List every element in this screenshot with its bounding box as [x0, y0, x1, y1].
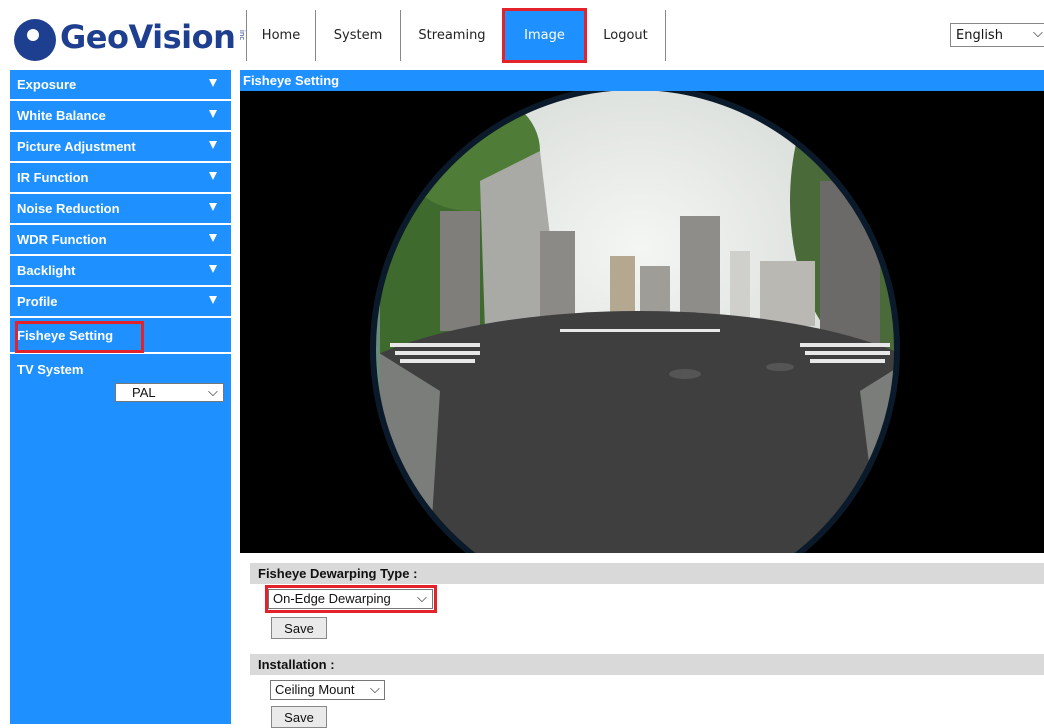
chevron-down-icon: ⌵ — [370, 681, 380, 696]
sidebar-item-ir-function[interactable]: IR Function — [10, 163, 231, 194]
top-nav: Home System Streaming Image Logout — [246, 8, 666, 63]
sidebar-item-label: IR Function — [17, 170, 89, 185]
sidebar-item-label: Picture Adjustment — [17, 139, 136, 154]
sidebar-item-label: Backlight — [17, 263, 76, 278]
page-title-bar: Fisheye Setting — [240, 70, 1044, 91]
dewarping-label: Fisheye Dewarping Type : — [258, 566, 418, 581]
sidebar-item-backlight[interactable]: Backlight — [10, 256, 231, 287]
triangle-down-icon — [209, 296, 217, 304]
sidebar-item-wdr-function[interactable]: WDR Function — [10, 225, 231, 256]
triangle-down-icon — [209, 172, 217, 180]
fisheye-video-preview — [240, 91, 1044, 553]
sidebar-item-label: WDR Function — [17, 232, 107, 247]
dewarping-section-header: Fisheye Dewarping Type : — [250, 563, 1044, 584]
triangle-down-icon — [209, 141, 217, 149]
nav-image[interactable]: Image — [502, 8, 587, 63]
save-installation-button[interactable]: Save — [271, 706, 327, 728]
sidebar-item-label: Noise Reduction — [17, 201, 120, 216]
tv-system-select[interactable]: PAL ⌵ — [115, 383, 224, 402]
language-select[interactable]: English ⌵ — [950, 23, 1044, 47]
sidebar-item-picture-adjustment[interactable]: Picture Adjustment — [10, 132, 231, 163]
sidebar-item-label: Exposure — [17, 77, 77, 92]
nav-streaming[interactable]: Streaming — [401, 10, 504, 61]
sidebar-item-exposure[interactable]: Exposure — [10, 70, 231, 101]
nav-system[interactable]: System — [316, 10, 401, 61]
header: GeoVision inc Home System Streaming Imag… — [0, 0, 1044, 70]
logo-mark-icon — [14, 19, 56, 61]
nav-home[interactable]: Home — [246, 10, 316, 61]
installation-section-header: Installation : — [250, 654, 1044, 675]
sidebar-item-label: White Balance — [17, 108, 106, 123]
geovision-logo: GeoVision inc — [14, 12, 246, 62]
sidebar-item-noise-reduction[interactable]: Noise Reduction — [10, 194, 231, 225]
tv-system-value: PAL — [132, 385, 156, 400]
triangle-down-icon — [209, 234, 217, 242]
nav-logout[interactable]: Logout — [586, 10, 666, 61]
logo-suffix: inc — [238, 30, 246, 41]
fisheye-image — [240, 91, 1044, 553]
installation-select[interactable]: Ceiling Mount ⌵ — [270, 680, 385, 700]
save-dewarping-button[interactable]: Save — [271, 617, 327, 639]
sidebar-item-profile[interactable]: Profile — [10, 287, 231, 318]
sidebar-item-white-balance[interactable]: White Balance — [10, 101, 231, 132]
triangle-down-icon — [209, 265, 217, 273]
logo-text: GeoVision — [60, 18, 236, 56]
sidebar-item-label: Profile — [17, 294, 58, 309]
triangle-down-icon — [209, 79, 217, 87]
sidebar: Exposure White Balance Picture Adjustmen… — [10, 70, 231, 724]
highlight-box — [15, 321, 144, 353]
highlight-box — [502, 8, 587, 63]
installation-value: Ceiling Mount — [275, 682, 355, 697]
chevron-down-icon: ⌵ — [1033, 26, 1043, 41]
triangle-down-icon — [209, 110, 217, 118]
page-title: Fisheye Setting — [243, 73, 340, 88]
installation-label: Installation : — [258, 657, 335, 672]
language-value: English — [956, 27, 1003, 43]
chevron-down-icon: ⌵ — [208, 384, 218, 399]
sidebar-item-fisheye-setting[interactable]: Fisheye Setting — [10, 318, 231, 354]
triangle-down-icon — [209, 203, 217, 211]
highlight-box — [265, 585, 437, 613]
tv-system-label: TV System — [17, 362, 84, 377]
